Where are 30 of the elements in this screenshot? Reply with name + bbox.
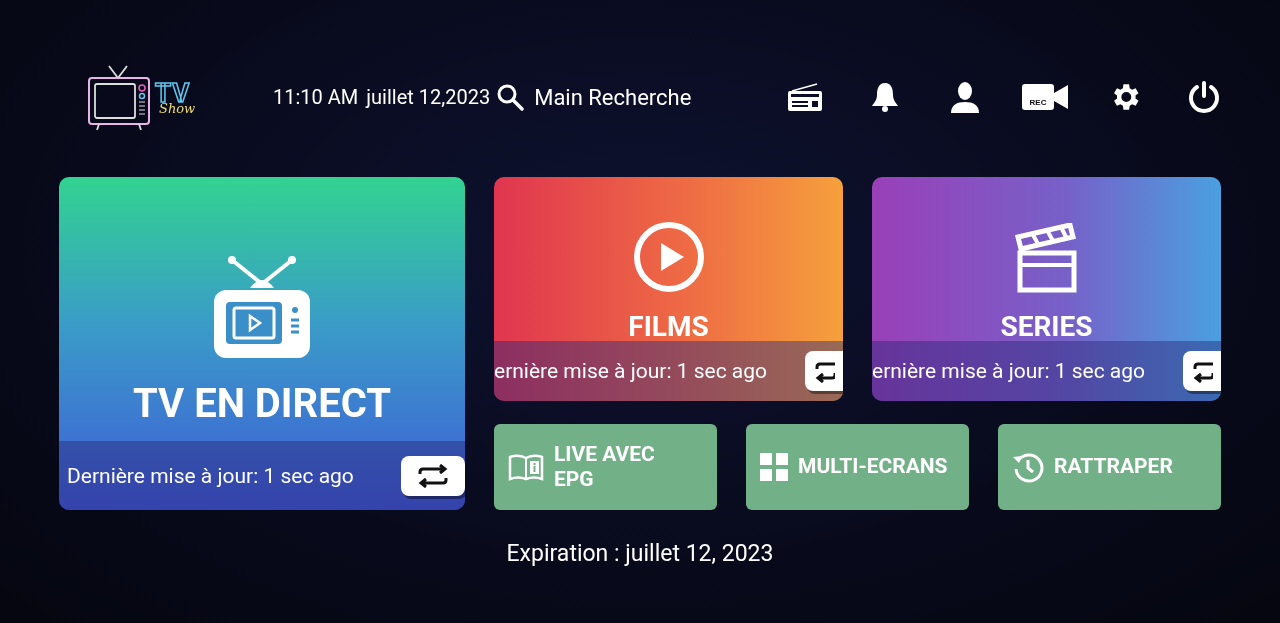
date-text: juillet 12,2023 xyxy=(366,85,491,109)
live-tv-tile[interactable]: TV EN DIRECT Dernière mise à jour: 1 sec ago xyxy=(59,177,465,510)
play-icon xyxy=(632,221,705,293)
update-text: ernière mise à jour: 1 sec ago xyxy=(494,359,768,383)
bell-icon xyxy=(869,81,901,113)
tile-title: SERIES xyxy=(1000,313,1093,341)
category-tile[interactable]: SERIES ernière mise à jour: 1 sec ago xyxy=(872,177,1221,401)
refresh-icon xyxy=(416,463,450,488)
tv-logo-icon xyxy=(87,64,151,130)
search-button[interactable]: Main Recherche xyxy=(496,83,692,111)
book-icon xyxy=(508,453,544,481)
user-icon xyxy=(950,81,980,113)
refresh-button[interactable] xyxy=(401,455,465,496)
tile-title: FILMS xyxy=(628,313,709,341)
power-icon xyxy=(1187,80,1221,114)
tuner-icon xyxy=(788,83,822,111)
category-tile[interactable]: FILMS ernière mise à jour: 1 sec ago xyxy=(494,177,843,401)
expiration-text: Expiration : juillet 12, 2023 xyxy=(506,540,774,567)
record-button[interactable]: REC xyxy=(1005,77,1085,117)
search-icon xyxy=(496,83,525,111)
history-icon xyxy=(1012,451,1044,483)
grid-icon xyxy=(760,453,788,481)
refresh-button[interactable] xyxy=(1183,351,1221,391)
tile-title: TV EN DIRECT xyxy=(132,380,391,427)
refresh-button[interactable] xyxy=(805,351,843,391)
update-text: Dernière mise à jour: 1 sec ago xyxy=(67,463,354,488)
update-text: ernière mise à jour: 1 sec ago xyxy=(872,359,1146,383)
clapperboard-icon xyxy=(1013,223,1080,293)
tv-icon xyxy=(212,256,312,360)
time-text: 11:10 AM xyxy=(273,85,359,109)
